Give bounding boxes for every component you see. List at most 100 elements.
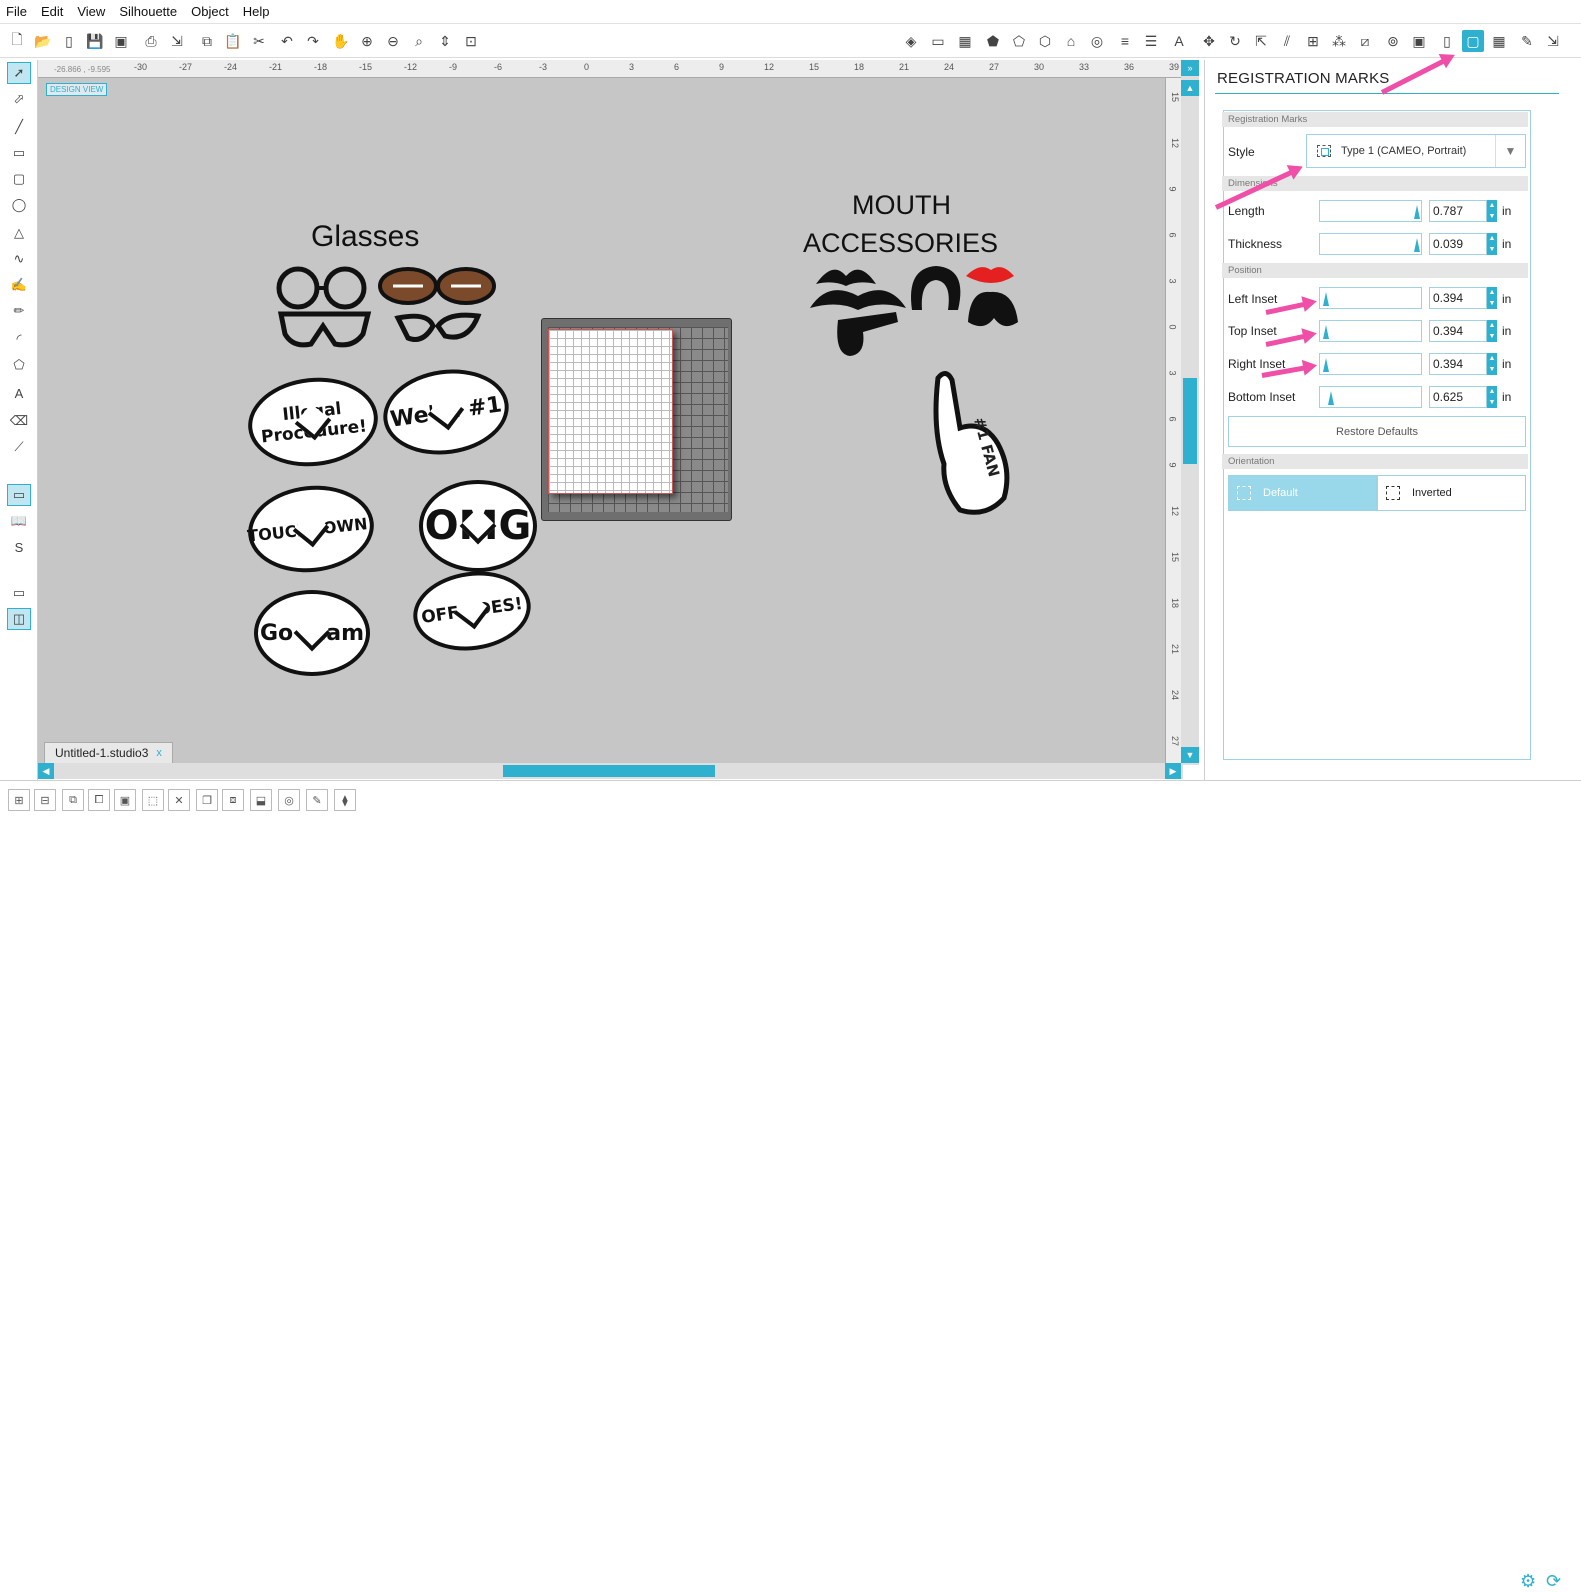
menu-help[interactable]: Help: [243, 4, 270, 19]
left-inset-slider[interactable]: [1319, 287, 1422, 309]
rounded-rect-tool-icon[interactable]: ▢: [7, 168, 31, 190]
horizontal-scroll-thumb[interactable]: [503, 765, 715, 777]
transform-icon[interactable]: ✥: [1198, 30, 1220, 52]
fill-color-icon[interactable]: ◈: [900, 30, 922, 52]
bubble-omg[interactable]: OMG: [419, 480, 537, 572]
bubble-touchdown[interactable]: TOUCHDOWN!: [243, 479, 379, 579]
vertical-scrollbar[interactable]: » ▲ ▼: [1181, 60, 1199, 765]
bubble-illegal-procedure[interactable]: Illegal Procedure!: [243, 371, 383, 473]
menu-view[interactable]: View: [77, 4, 105, 19]
regular-polygon-icon[interactable]: ⬠: [7, 354, 31, 376]
top-inset-slider-knob[interactable]: [1323, 325, 1329, 339]
trace-icon[interactable]: ▣: [1408, 30, 1430, 52]
weld-icon[interactable]: ⬚: [142, 789, 164, 811]
top-inset-input[interactable]: 0.394: [1429, 320, 1487, 342]
thickness-slider[interactable]: [1319, 233, 1422, 255]
menu-file[interactable]: File: [6, 4, 27, 19]
drag-zoom-icon[interactable]: ⇕: [434, 30, 456, 52]
send-to-cutter-icon[interactable]: ⇲: [166, 30, 188, 52]
modify-icon[interactable]: ⧄: [1354, 30, 1376, 52]
glasses-graphics[interactable]: [273, 264, 503, 352]
top-inset-spinner[interactable]: ▲ ▼: [1487, 320, 1497, 342]
pixscan-icon[interactable]: ⧫: [334, 789, 356, 811]
rectangle-tool-icon[interactable]: ▭: [7, 142, 31, 164]
thickness-spinner[interactable]: ▲ ▼: [1487, 233, 1497, 255]
zoom-in-icon[interactable]: ⊕: [356, 30, 378, 52]
smooth-freehand-icon[interactable]: ✏: [7, 300, 31, 322]
line-style-icon[interactable]: ▦: [954, 30, 976, 52]
offset-bottom-icon[interactable]: ◎: [278, 789, 300, 811]
length-slider-knob[interactable]: [1414, 205, 1420, 219]
length-slider[interactable]: [1319, 200, 1422, 222]
send-back-icon[interactable]: ⬓: [250, 789, 272, 811]
pan-hand-icon[interactable]: ✋: [330, 30, 352, 52]
ungroup-icon[interactable]: ⊟: [34, 789, 56, 811]
online-store-icon[interactable]: S: [7, 536, 31, 558]
curve-tool-icon[interactable]: ∿: [7, 248, 31, 270]
thickness-slider-knob[interactable]: [1414, 238, 1420, 252]
rainbow-lines-icon[interactable]: ≡: [1114, 30, 1136, 52]
style-dropdown[interactable]: Type 1 (CAMEO, Portrait) ▼: [1306, 134, 1526, 168]
line-tool-icon[interactable]: ╱: [7, 116, 31, 138]
horizontal-scrollbar[interactable]: ◀ ▶: [38, 763, 1183, 779]
line-weight-icon[interactable]: ☰: [1140, 30, 1162, 52]
zoom-out-icon[interactable]: ⊖: [382, 30, 404, 52]
right-inset-slider-knob[interactable]: [1323, 358, 1329, 372]
thickness-input[interactable]: 0.039: [1429, 233, 1487, 255]
left-inset-slider-knob[interactable]: [1323, 292, 1329, 306]
vertical-scroll-thumb[interactable]: [1183, 378, 1197, 464]
eraser-tool-icon[interactable]: ⌫: [7, 410, 31, 432]
undo-icon[interactable]: ↶: [276, 30, 298, 52]
left-inset-spinner[interactable]: ▲ ▼: [1487, 287, 1497, 309]
select-tool-icon[interactable]: ➚: [7, 62, 31, 84]
panel-collapse-icon[interactable]: »: [1181, 60, 1199, 76]
design-page-icon[interactable]: ▭: [7, 484, 31, 506]
paste-icon[interactable]: 📋: [222, 30, 244, 52]
group-icon[interactable]: ⊞: [8, 789, 30, 811]
scale-icon[interactable]: ⇱: [1250, 30, 1272, 52]
bottom-inset-spinner[interactable]: ▲ ▼: [1487, 386, 1497, 408]
release-compound-icon[interactable]: ⧠: [88, 789, 110, 811]
scroll-right-icon[interactable]: ▶: [1165, 763, 1181, 779]
image-effects-icon[interactable]: ◎: [1086, 30, 1108, 52]
sync-icon[interactable]: ⟳: [1546, 1571, 1561, 1592]
document-tab[interactable]: Untitled-1.studio3 x: [44, 742, 173, 763]
registration-marks-icon[interactable]: ▢: [1462, 30, 1484, 52]
print-icon[interactable]: ⎙: [140, 30, 162, 52]
save-icon[interactable]: 💾: [84, 30, 106, 52]
gradient-icon[interactable]: ⬠: [1008, 30, 1030, 52]
cut-icon[interactable]: ✂: [248, 30, 270, 52]
zoom-select-icon[interactable]: ⌕: [408, 30, 430, 52]
offset-icon[interactable]: ⊚: [1382, 30, 1404, 52]
bubble-were-1[interactable]: We're #1: [377, 361, 515, 463]
delete-icon[interactable]: ✕: [168, 789, 190, 811]
bottom-inset-input[interactable]: 0.625: [1429, 386, 1487, 408]
restore-defaults-button[interactable]: Restore Defaults: [1228, 416, 1526, 447]
length-spinner[interactable]: ▲ ▼: [1487, 200, 1497, 222]
cut-settings-icon[interactable]: ✎: [1516, 30, 1538, 52]
settings-gear-icon[interactable]: ⚙: [1520, 1571, 1536, 1592]
menu-object[interactable]: Object: [191, 4, 229, 19]
design-canvas[interactable]: Glasses Illegal Procedure! We're #1 TOUC…: [38, 78, 1165, 763]
scroll-down-icon[interactable]: ▼: [1181, 747, 1199, 763]
freehand-tool-icon[interactable]: ✍: [7, 274, 31, 296]
split-view-icon[interactable]: ◫: [7, 608, 31, 630]
top-inset-slider[interactable]: [1319, 320, 1422, 342]
close-tab-icon[interactable]: x: [156, 747, 162, 759]
arc-tool-icon[interactable]: ◜: [7, 328, 31, 350]
replicate-icon[interactable]: ⁂: [1328, 30, 1350, 52]
chevron-down-icon[interactable]: ▼: [1495, 135, 1525, 167]
bottom-inset-slider[interactable]: [1319, 386, 1422, 408]
polygon-tool-icon[interactable]: △: [7, 222, 31, 244]
mirror-icon[interactable]: ⧈: [222, 789, 244, 811]
right-inset-spinner[interactable]: ▲ ▼: [1487, 353, 1497, 375]
bubble-go-team[interactable]: Go team: [254, 590, 370, 676]
redo-icon[interactable]: ↷: [302, 30, 324, 52]
length-input[interactable]: 0.787: [1429, 200, 1487, 222]
copy-icon[interactable]: ⧉: [196, 30, 218, 52]
edit-points-icon[interactable]: ⬀: [7, 88, 31, 110]
scroll-left-icon[interactable]: ◀: [38, 763, 54, 779]
duplicate-icon[interactable]: ❐: [196, 789, 218, 811]
fill-pattern-icon[interactable]: ⬟: [982, 30, 1004, 52]
left-inset-input[interactable]: 0.394: [1429, 287, 1487, 309]
